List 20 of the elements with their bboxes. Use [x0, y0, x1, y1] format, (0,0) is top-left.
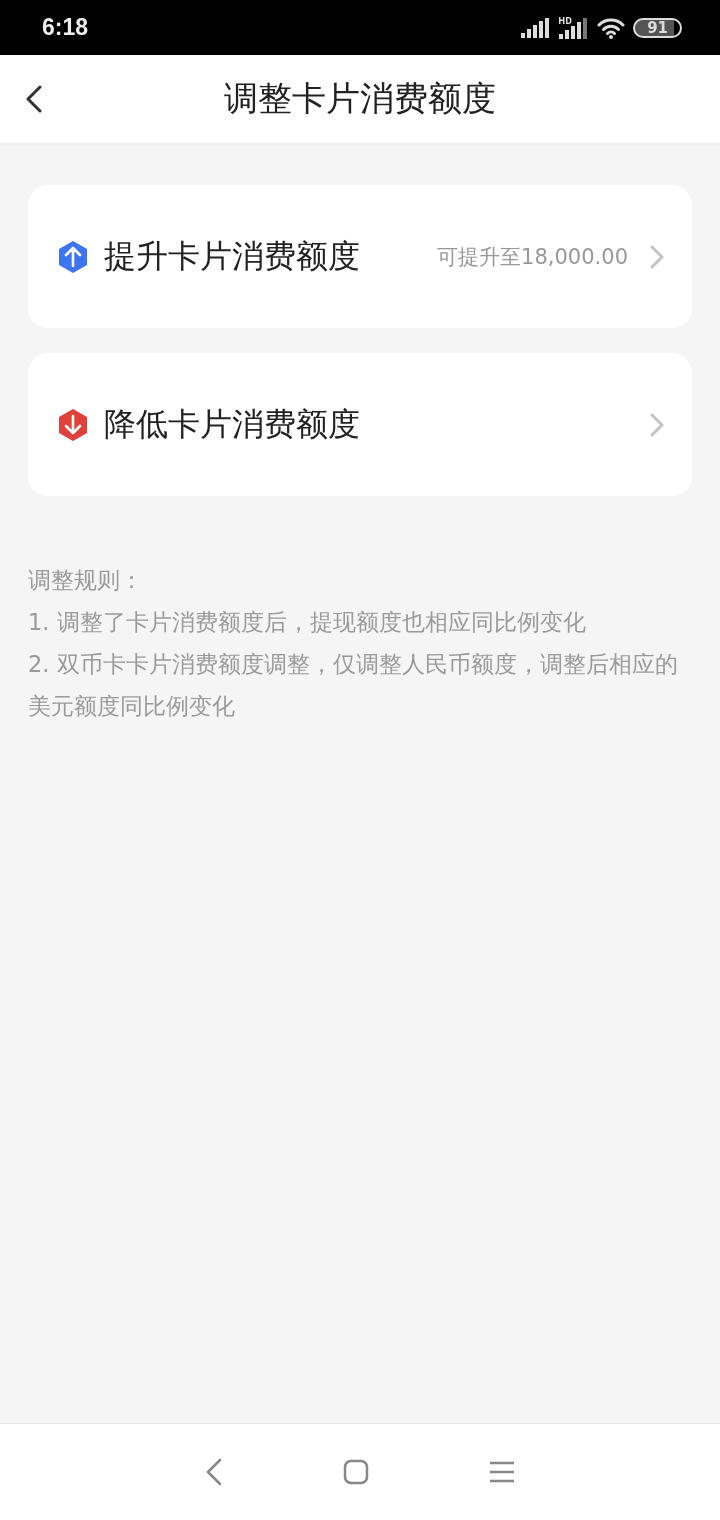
hd-signal-icon	[559, 16, 590, 39]
back-button[interactable]	[26, 85, 42, 113]
battery-indicator: 91	[633, 17, 682, 38]
wifi-icon	[597, 16, 626, 39]
rule-text: 2. 双币卡卡片消费额度调整，仅调整人民币额度，调整后相应的美元额度同比例变化	[28, 650, 679, 721]
rules-title: 调整规则：	[28, 566, 144, 595]
signal-icon	[521, 17, 552, 38]
status-time: 6:18	[42, 14, 89, 41]
chevron-right-icon	[650, 244, 664, 269]
rule-text: 1. 调整了卡片消费额度后，提现额度也相应同比例变化	[28, 608, 587, 637]
option-card[interactable]: 降低卡片消费额度	[28, 353, 692, 496]
home-icon[interactable]	[343, 1459, 369, 1485]
option-label: 降低卡片消费额度	[104, 403, 361, 445]
limit-hint: 可提升至18,000.00	[437, 243, 628, 271]
back-icon[interactable]	[205, 1458, 223, 1486]
option-card[interactable]: 提升卡片消费额度 可提升至18,000.00	[28, 185, 692, 328]
page-title: 调整卡片消费额度	[224, 77, 496, 120]
menu-icon[interactable]	[489, 1461, 515, 1483]
option-label: 提升卡片消费额度	[104, 235, 361, 277]
chevron-right-icon	[650, 412, 664, 437]
